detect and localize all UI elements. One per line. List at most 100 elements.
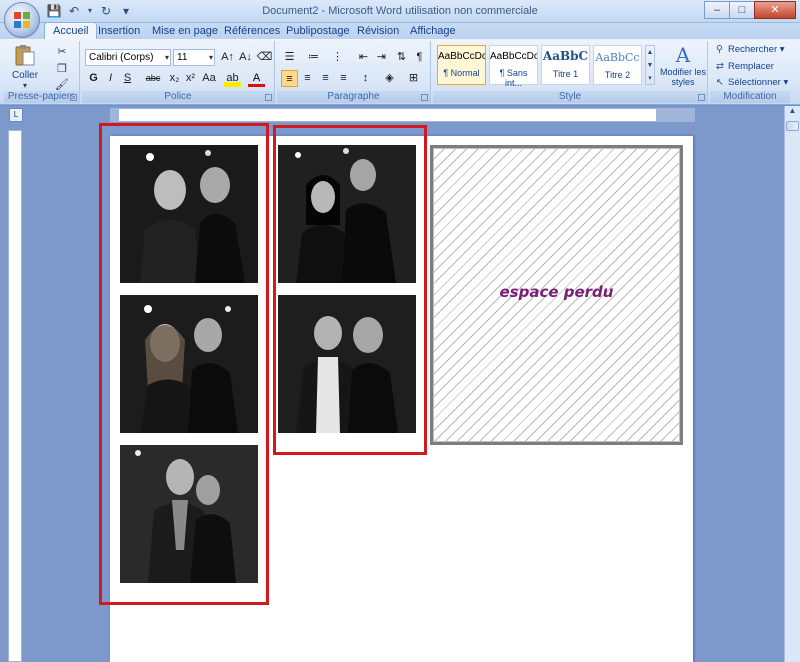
- paste-button[interactable]: Coller ▾: [8, 43, 42, 90]
- align-right-icon[interactable]: ≡: [317, 70, 334, 87]
- styles-scroll[interactable]: ▲ ▼ ▾: [645, 45, 655, 85]
- tab-revision[interactable]: Révision: [349, 23, 407, 39]
- font-size-combo[interactable]: 11 ▾: [173, 49, 215, 66]
- show-marks-icon[interactable]: ¶: [411, 49, 428, 66]
- line-spacing-icon[interactable]: ↕: [357, 70, 374, 87]
- align-center-icon[interactable]: ≡: [299, 70, 316, 87]
- clipboard-launcher-icon[interactable]: [70, 94, 77, 101]
- paste-icon: [15, 45, 35, 66]
- close-button[interactable]: ✕: [754, 1, 796, 19]
- font-launcher-icon[interactable]: [265, 94, 272, 101]
- sort-icon[interactable]: ⇅: [393, 49, 410, 66]
- style-heading-2[interactable]: AaBbCc Titre 2: [593, 45, 642, 85]
- style-no-spacing[interactable]: AaBbCcDc ¶ Sans int...: [489, 45, 538, 88]
- change-styles-icon: A: [675, 43, 691, 67]
- vertical-scrollbar[interactable]: ▲: [784, 106, 800, 662]
- tab-insertion[interactable]: Insertion: [90, 23, 148, 39]
- replace-icon: ⇄: [716, 61, 724, 72]
- superscript-button[interactable]: x²: [182, 70, 199, 87]
- borders-icon[interactable]: ⊞: [405, 70, 422, 87]
- numbering-icon[interactable]: ≔: [305, 49, 322, 66]
- copy-icon[interactable]: ❐: [54, 61, 70, 77]
- clipboard-group: Coller ▾ ✂ ❐ 🖌 Presse-papiers: [4, 41, 80, 103]
- window-title: Document2 - Microsoft Word utilisation n…: [262, 5, 538, 17]
- find-label: Rechercher: [728, 44, 778, 55]
- style-preview: AaBbCcDc: [438, 51, 485, 62]
- grow-font-button[interactable]: A↑: [219, 49, 236, 66]
- style-name: Titre 2: [604, 70, 631, 80]
- paragraph-group: ☰ ≔ ⋮ ⇤ ⇥ ⇅ ¶ ≡ ≡ ≡ ≡ ↕ ◈ ⊞ Paragraphe: [277, 41, 431, 103]
- tab-affichage[interactable]: Affichage: [402, 23, 464, 39]
- align-left-icon[interactable]: ≡: [281, 70, 298, 87]
- bullets-icon[interactable]: ☰: [281, 49, 298, 66]
- replace-button[interactable]: ⇄ Remplacer: [716, 61, 774, 72]
- change-case-button[interactable]: Aa: [199, 70, 219, 87]
- increase-indent-icon[interactable]: ⇥: [373, 49, 390, 66]
- change-styles-label: Modifier les styles: [659, 67, 706, 87]
- bold-button[interactable]: G: [85, 70, 102, 87]
- minimize-button[interactable]: –: [704, 1, 730, 19]
- tab-mise-en-page[interactable]: Mise en page: [144, 23, 226, 39]
- ribbon-tabs: Accueil Insertion Mise en page Référence…: [0, 22, 800, 40]
- vertical-ruler[interactable]: [8, 130, 22, 662]
- paragraph-group-label: Paragraphe: [277, 91, 430, 103]
- select-label: Sélectionner: [728, 77, 781, 88]
- clipboard-group-label: Presse-papiers: [4, 91, 79, 103]
- binoculars-icon: ⚲: [716, 44, 723, 55]
- shrink-font-button[interactable]: A↓: [237, 49, 254, 66]
- style-name: ¶ Normal: [443, 68, 480, 78]
- font-group-label: Police: [82, 91, 274, 103]
- select-button[interactable]: ↖ Sélectionner ▾: [716, 77, 788, 88]
- highlight-button[interactable]: ab: [224, 70, 241, 87]
- font-name-combo[interactable]: Calibri (Corps) ▾: [85, 49, 171, 66]
- italic-button[interactable]: I: [102, 70, 119, 87]
- strikethrough-button[interactable]: abc: [142, 70, 164, 87]
- style-preview: AaBbC: [542, 49, 589, 63]
- clear-format-button[interactable]: ⌫: [256, 49, 273, 66]
- font-size-value: 11: [177, 52, 188, 63]
- style-preview: AaBbCcDc: [490, 51, 537, 62]
- find-button[interactable]: ⚲ Rechercher ▾: [716, 44, 785, 55]
- red-frame-column-2: [273, 125, 427, 455]
- scroll-thumb[interactable]: [786, 121, 799, 131]
- chevron-down-icon: ▾: [164, 53, 169, 62]
- window-controls: – □ ✕: [704, 1, 796, 19]
- styles-group-label: Style: [433, 91, 707, 103]
- replace-label: Remplacer: [728, 61, 774, 72]
- multilevel-list-icon[interactable]: ⋮: [329, 49, 346, 66]
- paragraph-launcher-icon[interactable]: [421, 94, 428, 101]
- maximize-button[interactable]: □: [729, 1, 755, 19]
- title-bar: 💾 ↶ ▾ ↻ ▾ Document2 - Microsoft Word uti…: [0, 0, 800, 23]
- font-color-button[interactable]: A: [248, 70, 265, 87]
- subscript-button[interactable]: x₂: [166, 70, 183, 87]
- decrease-indent-icon[interactable]: ⇤: [355, 49, 372, 66]
- wasted-space-label: espace perdu: [499, 283, 614, 301]
- wasted-space-box: espace perdu: [430, 145, 683, 445]
- change-styles-button[interactable]: A Modifier les styles: [659, 43, 707, 87]
- ruler-margin-left: [111, 109, 119, 121]
- font-name-value: Calibri (Corps): [89, 52, 154, 63]
- justify-icon[interactable]: ≡: [335, 70, 352, 87]
- tab-publipostage[interactable]: Publipostage: [278, 23, 358, 39]
- style-normal[interactable]: AaBbCcDc ¶ Normal: [437, 45, 486, 85]
- ruler-margin-right: [656, 109, 694, 121]
- style-name: Titre 1: [552, 69, 579, 79]
- underline-button[interactable]: S: [119, 70, 136, 87]
- editing-group-label: Modification: [710, 91, 790, 103]
- style-heading-1[interactable]: AaBbC Titre 1: [541, 45, 590, 85]
- style-preview: AaBbCc: [595, 51, 640, 64]
- office-logo-icon: [14, 12, 30, 28]
- styles-launcher-icon[interactable]: [698, 94, 705, 101]
- tab-selector-button[interactable]: L: [9, 108, 23, 122]
- horizontal-ruler[interactable]: [110, 108, 695, 122]
- ribbon: Coller ▾ ✂ ❐ 🖌 Presse-papiers Calibri (C…: [0, 39, 800, 105]
- scroll-up-icon[interactable]: ▲: [785, 106, 800, 120]
- cut-icon[interactable]: ✂: [54, 44, 70, 60]
- styles-group: AaBbCcDc ¶ Normal AaBbCcDc ¶ Sans int...…: [433, 41, 708, 103]
- cursor-icon: ↖: [716, 77, 724, 88]
- style-name: ¶ Sans int...: [499, 68, 528, 88]
- shading-icon[interactable]: ◈: [381, 70, 398, 87]
- office-button[interactable]: [4, 2, 40, 38]
- chevron-down-icon: ▾: [208, 53, 213, 62]
- red-frame-column-1: [99, 123, 269, 605]
